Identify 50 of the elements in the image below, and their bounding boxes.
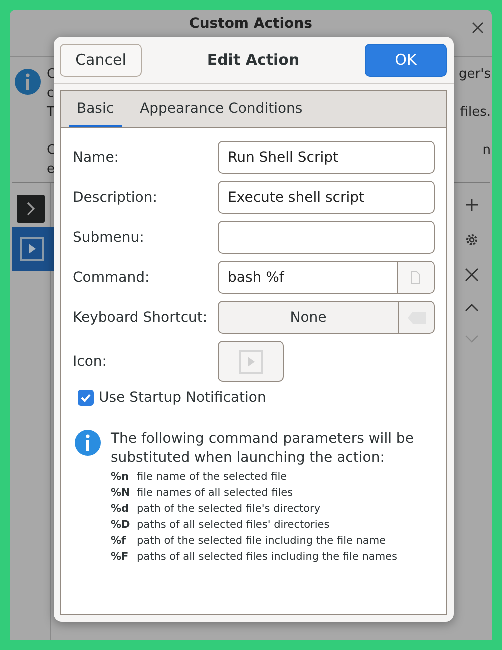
dialog-title: Edit Action bbox=[207, 51, 300, 69]
info-icon bbox=[75, 430, 101, 456]
cancel-button[interactable]: Cancel bbox=[60, 44, 142, 76]
info-text: The following command parameters will be substituted when launching the action: bbox=[111, 430, 415, 468]
checkbox-label: Use Startup Notification bbox=[99, 390, 266, 406]
command-field[interactable]: bash %f bbox=[218, 261, 435, 294]
info-icon bbox=[15, 69, 41, 95]
file-icon bbox=[411, 270, 421, 284]
checkmark-icon bbox=[80, 392, 92, 404]
description-text: ger's bbox=[459, 67, 491, 84]
ok-button[interactable]: OK bbox=[364, 44, 447, 76]
parameter-description: file name of the selected file bbox=[137, 471, 288, 483]
up-icon[interactable] bbox=[465, 303, 479, 313]
input-field[interactable]: Run Shell Script bbox=[218, 141, 435, 174]
description-text: n bbox=[482, 143, 491, 160]
delete-icon[interactable] bbox=[465, 268, 479, 282]
parameter-code: %n bbox=[111, 471, 130, 483]
field-label: Icon: bbox=[73, 354, 108, 370]
parameter-code: %N bbox=[111, 487, 132, 499]
input-field[interactable]: Execute shell script bbox=[218, 181, 435, 214]
field-label: Keyboard Shortcut: bbox=[73, 310, 209, 326]
parameter-code: %F bbox=[111, 551, 130, 563]
play-icon bbox=[239, 350, 263, 374]
play-icon bbox=[20, 237, 44, 261]
settings-icon[interactable] bbox=[465, 233, 479, 247]
parameter-description: paths of all selected files including the file names bbox=[137, 551, 399, 563]
shortcut-button[interactable]: None bbox=[218, 301, 399, 334]
parameter-description: file names of all selected files bbox=[137, 487, 294, 499]
parameter-code: %d bbox=[111, 503, 130, 515]
checkbox[interactable] bbox=[78, 390, 94, 406]
field-label: Command: bbox=[73, 270, 151, 286]
window-title: Custom Actions bbox=[190, 16, 312, 32]
close-icon[interactable] bbox=[472, 22, 484, 34]
add-icon[interactable] bbox=[465, 198, 479, 212]
parameter-code: %D bbox=[111, 519, 132, 531]
description-text: c bbox=[47, 86, 54, 103]
icon-button[interactable] bbox=[218, 341, 284, 382]
description-text: files. bbox=[460, 105, 491, 122]
parameter-description: path of the selected file including the file name bbox=[137, 535, 388, 547]
parameter-code: %f bbox=[111, 535, 128, 547]
field-label: Name: bbox=[73, 150, 120, 166]
tab[interactable]: Appearance Conditions bbox=[132, 95, 311, 127]
field-label: Description: bbox=[73, 190, 158, 206]
description-text: e bbox=[47, 162, 55, 179]
input-field[interactable] bbox=[218, 221, 435, 254]
field-label: Submenu: bbox=[73, 230, 146, 246]
clear-button[interactable] bbox=[399, 301, 435, 334]
parameter-description: paths of all selected files' directories bbox=[137, 519, 331, 531]
terminal-icon bbox=[17, 194, 45, 222]
parameter-description: path of the selected file's directory bbox=[137, 503, 322, 515]
